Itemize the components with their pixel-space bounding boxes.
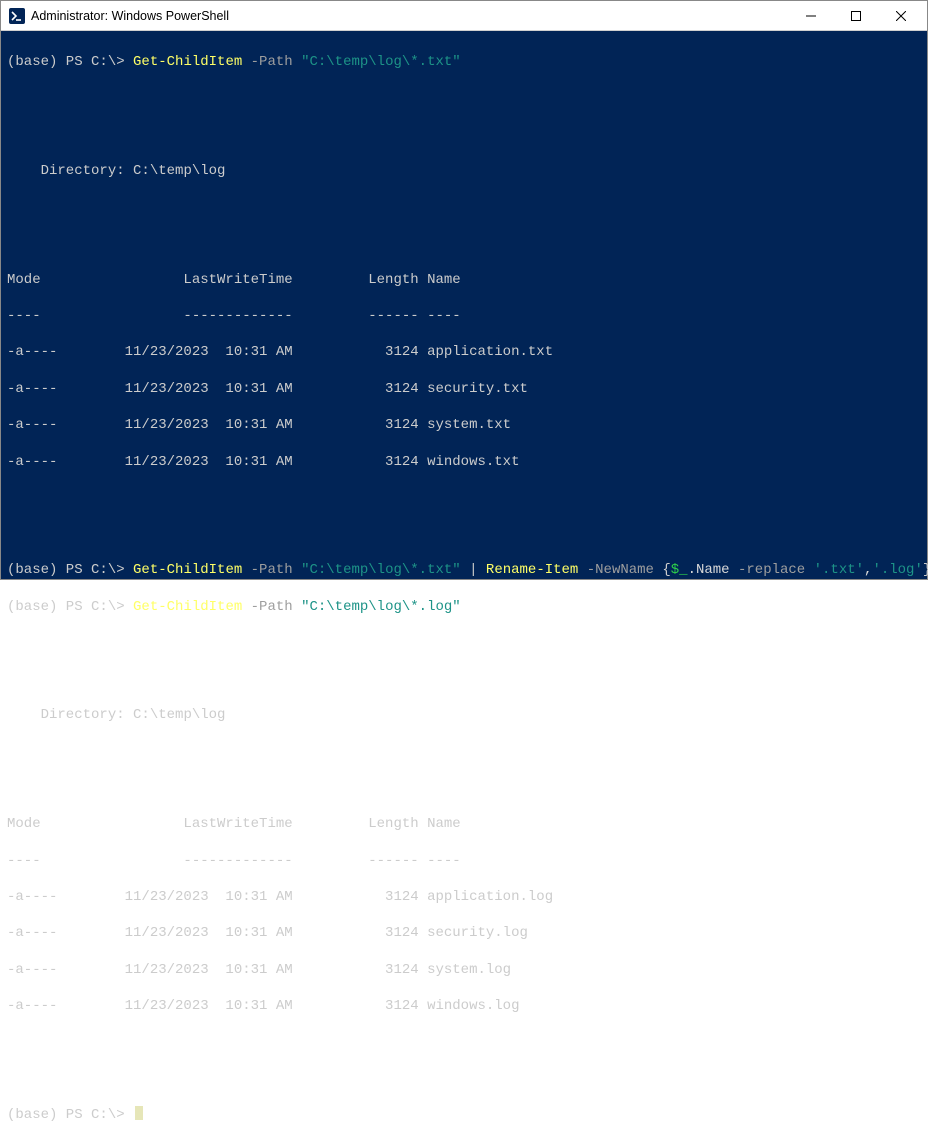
param-flag: -Path bbox=[242, 54, 301, 70]
string-arg: '.txt' bbox=[814, 562, 864, 578]
cmdlet: Get-ChildItem bbox=[133, 599, 242, 615]
param-flag: -Path bbox=[242, 562, 301, 578]
brace-open: { bbox=[662, 562, 670, 578]
brace-close: } bbox=[923, 562, 928, 578]
list-item: -a---- 11/23/2023 10:31 AM 3124 system.t… bbox=[7, 416, 921, 434]
list-item: -a---- 11/23/2023 10:31 AM 3124 security… bbox=[7, 380, 921, 398]
minimize-button[interactable] bbox=[788, 2, 833, 30]
window-buttons bbox=[788, 2, 923, 30]
command-line-1: (base) PS C:\> Get-ChildItem -Path "C:\t… bbox=[7, 53, 921, 71]
command-line-3: (base) PS C:\> Get-ChildItem -Path "C:\t… bbox=[7, 598, 921, 616]
dir-label-prefix: Directory: bbox=[7, 163, 133, 179]
directory-label: Directory: C:\temp\log bbox=[7, 706, 921, 724]
pipe: | bbox=[461, 562, 486, 578]
maximize-button[interactable] bbox=[833, 2, 878, 30]
list-item: -a---- 11/23/2023 10:31 AM 3124 windows.… bbox=[7, 453, 921, 471]
operator: -replace bbox=[730, 562, 814, 578]
cursor bbox=[135, 1106, 143, 1120]
prompt: (base) PS C:\> bbox=[7, 562, 133, 578]
dir-path: C:\temp\log bbox=[133, 707, 225, 723]
listing-headers: Mode LastWriteTime Length Name bbox=[7, 815, 921, 833]
list-item: -a---- 11/23/2023 10:31 AM 3124 system.l… bbox=[7, 961, 921, 979]
listing-divider: ---- ------------- ------ ---- bbox=[7, 307, 921, 325]
command-line-2: (base) PS C:\> Get-ChildItem -Path "C:\t… bbox=[7, 561, 921, 579]
cmdlet: Get-ChildItem bbox=[133, 54, 242, 70]
listing-divider: ---- ------------- ------ ---- bbox=[7, 852, 921, 870]
powershell-icon bbox=[9, 8, 25, 24]
prompt-line: (base) PS C:\> bbox=[7, 1106, 921, 1124]
cmdlet: Get-ChildItem bbox=[133, 562, 242, 578]
param-flag: -Path bbox=[242, 599, 301, 615]
property: .Name bbox=[688, 562, 730, 578]
list-item: -a---- 11/23/2023 10:31 AM 3124 applicat… bbox=[7, 343, 921, 361]
string-arg: '.log' bbox=[872, 562, 922, 578]
prompt: (base) PS C:\> bbox=[7, 1107, 133, 1123]
path-arg: "C:\temp\log\*.txt" bbox=[301, 54, 461, 70]
path-arg: "C:\temp\log\*.txt" bbox=[301, 562, 461, 578]
list-item: -a---- 11/23/2023 10:31 AM 3124 windows.… bbox=[7, 997, 921, 1015]
dir-label-prefix: Directory: bbox=[7, 707, 133, 723]
prompt: (base) PS C:\> bbox=[7, 599, 133, 615]
listing-headers: Mode LastWriteTime Length Name bbox=[7, 271, 921, 289]
directory-label: Directory: C:\temp\log bbox=[7, 162, 921, 180]
terminal-area[interactable]: (base) PS C:\> Get-ChildItem -Path "C:\t… bbox=[1, 31, 927, 579]
window-title: Administrator: Windows PowerShell bbox=[31, 9, 788, 23]
param-flag: -NewName bbox=[578, 562, 662, 578]
cmdlet: Rename-Item bbox=[486, 562, 578, 578]
window-titlebar: Administrator: Windows PowerShell bbox=[1, 1, 927, 31]
path-arg: "C:\temp\log\*.log" bbox=[301, 599, 461, 615]
pipeline-var: $_ bbox=[671, 562, 688, 578]
list-item: -a---- 11/23/2023 10:31 AM 3124 security… bbox=[7, 924, 921, 942]
close-button[interactable] bbox=[878, 2, 923, 30]
list-item: -a---- 11/23/2023 10:31 AM 3124 applicat… bbox=[7, 888, 921, 906]
dir-path: C:\temp\log bbox=[133, 163, 225, 179]
prompt: (base) PS C:\> bbox=[7, 54, 133, 70]
